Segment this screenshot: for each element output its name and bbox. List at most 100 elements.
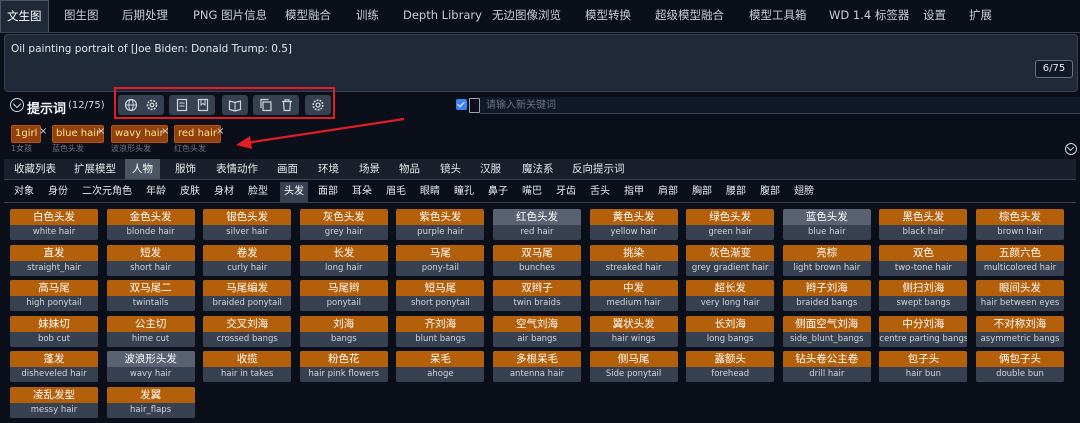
tag-button[interactable]: 发翼 hair_flaps xyxy=(106,386,195,418)
tag-button[interactable]: 辫子刘海 braided bangs xyxy=(782,280,871,311)
tag-button[interactable]: 侧马尾 Side ponytail xyxy=(589,351,678,382)
tag-button[interactable]: 公主切 hime cut xyxy=(106,315,195,347)
category-tab[interactable]: 环境 xyxy=(318,159,339,179)
tag-button[interactable]: 包子头 hair bun xyxy=(879,351,968,382)
subcategory-tab-active[interactable]: 头发 xyxy=(280,182,308,202)
tag-button[interactable]: 粉色花 hair pink flowers xyxy=(299,351,388,382)
tag-button[interactable]: 马尾辫 ponytail xyxy=(299,280,388,311)
tag-button[interactable]: 马尾编发 braided ponytail xyxy=(203,280,292,311)
tag-button[interactable]: 超长发 very long hair xyxy=(686,280,775,311)
tag-button[interactable]: 中分刘海 centre parting bangs xyxy=(879,315,968,347)
chip-remove-icon[interactable]: × xyxy=(161,126,169,137)
category-tab[interactable]: 服饰 xyxy=(175,159,196,179)
tab-settings[interactable]: 设置 xyxy=(923,0,946,31)
subcategory-tab[interactable]: 年龄 xyxy=(146,182,166,202)
tag-button[interactable]: 白色头发 white hair xyxy=(10,209,98,240)
tag-button[interactable]: 双马尾二 twintails xyxy=(106,280,195,311)
tab-depth-library[interactable]: Depth Library xyxy=(403,0,482,31)
subcategory-tab[interactable]: 嘴巴 xyxy=(522,182,542,202)
tag-button[interactable]: 挑染 streaked hair xyxy=(589,244,678,276)
tag-button[interactable]: 露额头 forehead xyxy=(686,351,775,382)
category-tab[interactable]: 表情动作 xyxy=(216,159,258,179)
tag-button[interactable]: 侧面空气刘海 side_blunt_bangs xyxy=(782,315,871,347)
tag-button[interactable]: 灰色头发 grey hair xyxy=(299,209,388,240)
tag-button[interactable]: 卷发 curly hair xyxy=(203,244,292,276)
tab-img2img[interactable]: 图生图 xyxy=(64,0,99,31)
tag-button[interactable]: 呆毛 ahoge xyxy=(396,351,485,382)
subcategory-tab[interactable]: 腹部 xyxy=(760,182,780,202)
tab-model-converter[interactable]: 模型转换 xyxy=(585,0,631,31)
chip-label[interactable]: 1girl xyxy=(11,125,42,143)
tab-infinite-image-browsing[interactable]: 无边图像浏览 xyxy=(492,0,561,31)
tag-button[interactable]: 中发 medium hair xyxy=(589,280,678,311)
chip-remove-icon[interactable]: × xyxy=(39,126,47,137)
category-tab[interactable]: 魔法系 xyxy=(522,159,554,179)
tab-extensions[interactable]: 扩展 xyxy=(969,0,992,31)
subcategory-tab[interactable]: 肩部 xyxy=(658,182,678,202)
subcategory-tab[interactable]: 耳朵 xyxy=(352,182,372,202)
tab-model-toolkit[interactable]: 模型工具箱 xyxy=(749,0,807,31)
subcategory-tab[interactable]: 二次元角色 xyxy=(82,182,132,202)
subcategory-tab[interactable]: 胸部 xyxy=(692,182,712,202)
category-tab-active[interactable]: 人物 xyxy=(125,159,160,179)
tab-super-merger[interactable]: 超级模型融合 xyxy=(655,0,724,31)
tag-button[interactable]: 黑色头发 black hair xyxy=(879,209,968,240)
subcategory-tab[interactable]: 腰部 xyxy=(726,182,746,202)
tag-button[interactable]: 高马尾 high ponytail xyxy=(10,280,98,311)
tag-button[interactable]: 红色头发 red hair xyxy=(493,209,581,240)
category-tab[interactable]: 场景 xyxy=(359,159,380,179)
tag-button[interactable]: 眼间头发 hair between eyes xyxy=(976,280,1064,311)
tag-button[interactable]: 亮棕 light brown hair xyxy=(782,244,871,276)
tag-button[interactable]: 短发 short hair xyxy=(106,244,195,276)
tag-button[interactable]: 灰色渐变 grey gradient hair xyxy=(686,244,775,276)
new-keyword-input[interactable] xyxy=(480,97,1080,114)
tag-button[interactable]: 蓝色头发 blue hair xyxy=(782,209,871,240)
subcategory-tab[interactable]: 身材 xyxy=(214,182,234,202)
tag-button[interactable]: 双色 two-tone hair xyxy=(879,244,968,276)
category-tab[interactable]: 收藏列表 xyxy=(14,159,56,179)
tag-button[interactable]: 波浪形头发 wavy hair xyxy=(106,351,195,382)
tag-button[interactable]: 齐刘海 blunt bangs xyxy=(396,315,485,347)
tag-button[interactable]: 钻头卷公主卷 drill hair xyxy=(782,351,871,382)
tag-button[interactable]: 直发 straight_hair xyxy=(10,244,98,276)
subcategory-tab[interactable]: 皮肤 xyxy=(180,182,200,202)
tag-button[interactable]: 不对称刘海 asymmetric bangs xyxy=(976,315,1064,347)
tag-button[interactable]: 银色头发 silver hair xyxy=(203,209,292,240)
tab-wd14-tagger[interactable]: WD 1.4 标签器 xyxy=(829,0,909,31)
tag-button[interactable]: 空气刘海 air bangs xyxy=(493,315,581,347)
tag-button[interactable]: 马尾 pony-tail xyxy=(396,244,485,276)
subcategory-tab[interactable]: 对象 xyxy=(14,182,34,202)
tag-button[interactable]: 金色头发 blonde hair xyxy=(106,209,195,240)
chip-remove-icon[interactable]: × xyxy=(216,126,224,137)
subcategory-tab[interactable]: 牙齿 xyxy=(556,182,576,202)
tag-button[interactable]: 五颜六色 multicolored hair xyxy=(976,244,1064,276)
collapse-chevron-icon[interactable] xyxy=(1065,143,1077,155)
category-tab[interactable]: 镜头 xyxy=(440,159,461,179)
collapse-toggle-icon[interactable] xyxy=(10,98,24,112)
chip-label[interactable]: red hair xyxy=(174,125,221,143)
prompt-textarea[interactable]: Oil painting portrait of [Joe Biden: Don… xyxy=(4,34,1078,92)
tag-button[interactable]: 紫色头发 purple hair xyxy=(396,209,485,240)
tag-button[interactable]: 蓬发 disheveled hair xyxy=(10,351,98,382)
tag-button[interactable]: 长发 long hair xyxy=(299,244,388,276)
tag-button[interactable]: 短马尾 short ponytail xyxy=(396,280,485,311)
chip-label[interactable]: wavy hair xyxy=(111,125,168,143)
tag-button[interactable]: 妹妹切 bob cut xyxy=(10,315,98,347)
category-tab[interactable]: 反向提示词 xyxy=(572,159,625,179)
tab-png-info[interactable]: PNG 图片信息 xyxy=(193,0,267,31)
tag-button[interactable]: 翼状头发 hair wings xyxy=(589,315,678,347)
tag-button[interactable]: 凌乱发型 messy hair xyxy=(10,386,98,418)
subcategory-tab[interactable]: 面部 xyxy=(318,182,338,202)
subcategory-tab[interactable]: 指甲 xyxy=(624,182,644,202)
chip-remove-icon[interactable]: × xyxy=(97,126,105,137)
subcategory-tab[interactable]: 瞳孔 xyxy=(454,182,474,202)
input-mode-icon[interactable] xyxy=(469,98,480,113)
tag-button[interactable]: 绿色头发 green hair xyxy=(686,209,775,240)
subcategory-tab[interactable]: 鼻子 xyxy=(488,182,508,202)
tab-extras[interactable]: 后期处理 xyxy=(122,0,168,31)
tag-button[interactable]: 黄色头发 yellow hair xyxy=(589,209,678,240)
subcategory-tab[interactable]: 眼睛 xyxy=(420,182,440,202)
category-tab[interactable]: 物品 xyxy=(399,159,420,179)
keyword-checkbox[interactable] xyxy=(456,99,467,110)
tag-button[interactable]: 棕色头发 brown hair xyxy=(976,209,1064,240)
